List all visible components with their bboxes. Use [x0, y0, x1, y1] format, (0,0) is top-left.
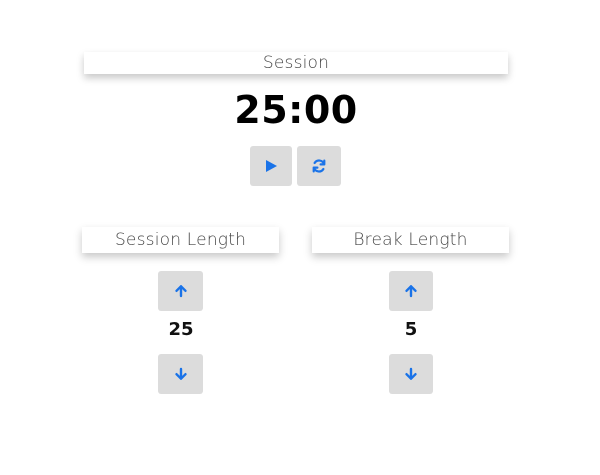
session-length-label-text: Session Length — [114, 230, 247, 250]
play-icon — [264, 159, 278, 173]
arrow-up-icon — [404, 284, 418, 298]
session-increment-button[interactable] — [158, 271, 203, 311]
arrow-down-icon — [404, 367, 418, 381]
session-length-label: Session Length — [82, 227, 279, 253]
refresh-icon — [311, 158, 327, 174]
play-button[interactable] — [250, 146, 292, 186]
break-increment-button[interactable] — [389, 271, 433, 311]
session-label-text: Session — [262, 53, 330, 73]
reset-button[interactable] — [297, 146, 341, 186]
arrow-up-icon — [174, 284, 188, 298]
break-decrement-button[interactable] — [389, 354, 433, 394]
break-length-value: 5 — [404, 319, 418, 340]
break-length-label-text: Break Length — [353, 230, 468, 250]
session-decrement-button[interactable] — [158, 354, 203, 394]
arrow-down-icon — [174, 367, 188, 381]
timer-display: 25:00 — [234, 88, 358, 132]
session-label: Session — [84, 52, 508, 74]
session-length-value: 25 — [168, 319, 194, 340]
break-length-label: Break Length — [312, 227, 509, 253]
